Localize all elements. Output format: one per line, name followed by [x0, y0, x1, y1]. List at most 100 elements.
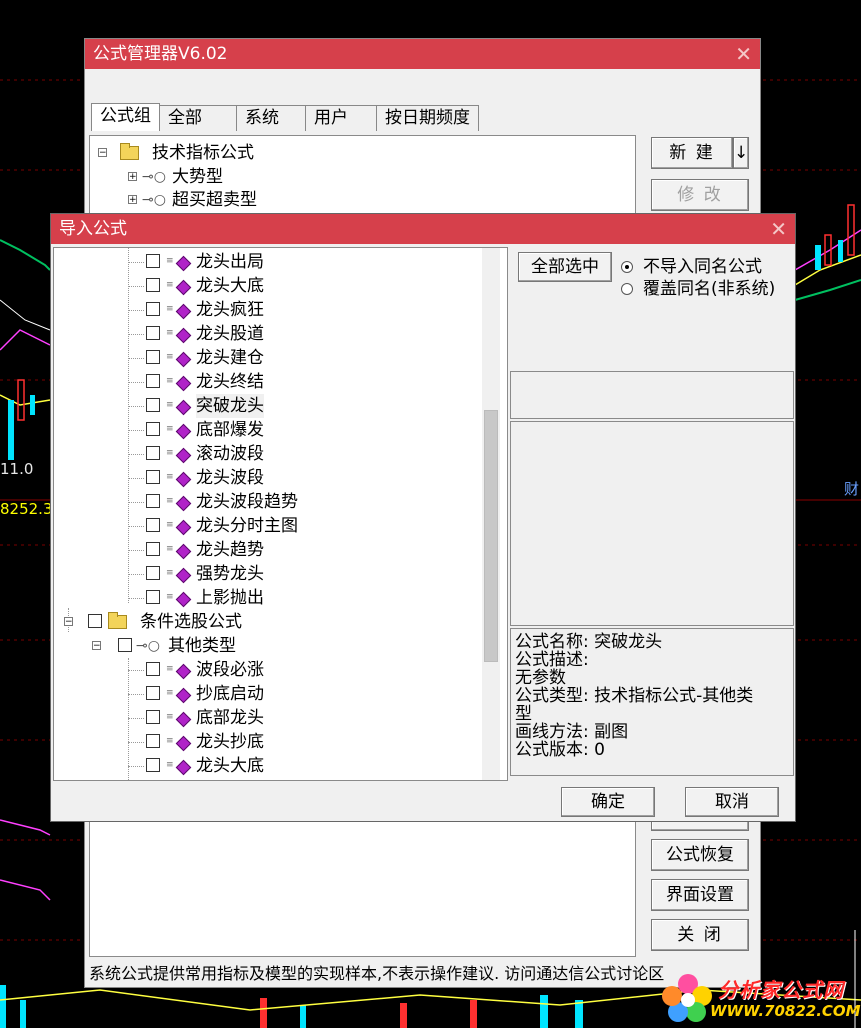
checkbox[interactable] [146, 686, 160, 700]
index-axis-label: 8252.3 [0, 500, 53, 518]
tree-guide-line [128, 766, 144, 767]
collapse-icon[interactable]: − [92, 641, 101, 651]
formula-diamond-icon [175, 447, 192, 464]
checkbox[interactable] [146, 518, 160, 532]
close-button-label: 关 闭 [677, 925, 723, 945]
key-icon: ⊸○ [136, 638, 160, 654]
checkbox[interactable] [146, 758, 160, 772]
tree-guide-line [128, 718, 144, 719]
formula-type-icon: ≡ [166, 376, 174, 386]
formula-type-icon: ≡ [166, 496, 174, 506]
formula-type-icon: ≡ [166, 400, 174, 410]
formula-diamond-icon [175, 519, 192, 536]
formula-item-label: 波段必涨 [196, 660, 264, 680]
edit-button[interactable]: 修 改 [651, 179, 749, 211]
formula-type-icon: ≡ [166, 280, 174, 290]
formula-diamond-icon [175, 351, 192, 368]
new-button[interactable]: 新 建 [651, 137, 733, 169]
checkbox[interactable] [146, 590, 160, 604]
formula-type-icon: ≡ [166, 472, 174, 482]
cancel-button[interactable]: 取消 [685, 787, 779, 817]
scrollbar-thumb[interactable] [484, 410, 498, 662]
checkbox[interactable] [146, 542, 160, 556]
formula-item-label: 抄底启动 [196, 684, 264, 704]
close-button[interactable]: 关 闭 [651, 919, 749, 951]
checkbox[interactable] [146, 566, 160, 580]
info-drawing-method: 画线方法: 副图 [515, 722, 629, 742]
tree-guide-line [128, 262, 144, 263]
ui-settings-button[interactable]: 界面设置 [651, 879, 749, 911]
tree-guide-line [128, 574, 144, 575]
formula-info-panel: 公式名称: 突破龙头 公式描述: 无参数 公式类型: 技术指标公式-其他类 型 … [510, 628, 794, 776]
radio-skip-same-name[interactable]: 不导入同名公式 [619, 256, 795, 278]
radio-button[interactable] [621, 283, 633, 295]
formula-item-label: 底部龙头 [196, 708, 264, 728]
checkbox[interactable] [146, 302, 160, 316]
checkbox[interactable] [146, 374, 160, 388]
tree-guide-line [128, 310, 144, 311]
checkbox[interactable] [88, 614, 102, 628]
formula-item-label: 龙头疯狂 [196, 300, 264, 320]
checkbox[interactable] [146, 662, 160, 676]
formula-type-icon: ≡ [166, 544, 174, 554]
formula-type-icon: ≡ [166, 712, 174, 722]
tree-guide-line [128, 742, 144, 743]
folder-icon [120, 143, 139, 160]
formula-diamond-icon [175, 495, 192, 512]
formula-diamond-icon [175, 279, 192, 296]
expand-icon[interactable]: + [128, 195, 137, 205]
formula-type-icon: ≡ [166, 760, 174, 770]
close-icon[interactable]: ✕ [735, 39, 752, 69]
tab-user[interactable]: 用户 [305, 105, 377, 131]
checkbox[interactable] [146, 494, 160, 508]
formula-diamond-icon [175, 543, 192, 560]
formula-item-label: 龙头趋势 [196, 540, 264, 560]
ok-button-label: 确定 [591, 792, 625, 812]
tab-formula-group[interactable]: 公式组 [91, 103, 160, 131]
flower-logo-icon [662, 974, 712, 1022]
checkbox[interactable] [118, 638, 132, 652]
checkbox[interactable] [146, 446, 160, 460]
checkbox[interactable] [146, 254, 160, 268]
checkbox[interactable] [146, 470, 160, 484]
select-all-button[interactable]: 全部选中 [518, 252, 612, 282]
restore-formula-button[interactable]: 公式恢复 [651, 839, 749, 871]
arrow-down-icon: ↓ [734, 143, 749, 163]
tree-node-label: 超买超卖型 [172, 190, 257, 210]
tab-all[interactable]: 全部 [159, 105, 237, 131]
checkbox[interactable] [146, 710, 160, 724]
info-formula-name: 公式名称: 突破龙头 [515, 632, 663, 652]
expand-icon[interactable]: + [128, 172, 137, 182]
formula-type-icon: ≡ [166, 424, 174, 434]
vertical-scrollbar[interactable] [482, 248, 500, 780]
watermark-logo: 分析家公式网 WWW.70822.COM [660, 968, 861, 1028]
import-title: 导入公式 [59, 219, 127, 239]
formula-diamond-icon [175, 567, 192, 584]
tab-system[interactable]: 系统 [236, 105, 306, 131]
ok-button[interactable]: 确定 [561, 787, 655, 817]
collapse-icon[interactable]: − [98, 148, 107, 158]
formula-type-icon: ≡ [166, 736, 174, 746]
tree-guide-line [128, 334, 144, 335]
tab-by-date-frequency[interactable]: 按日期频度 [376, 105, 479, 131]
formula-item-label: 龙头大底 [196, 276, 264, 296]
checkbox[interactable] [146, 734, 160, 748]
import-tree-panel: ≡ 龙头出局 ≡ 龙头大底 ≡ 龙头疯狂 ≡ 龙头股道 ≡ 龙头建仓 ≡ 龙头终结 ≡ 突破龙头 ≡ 底部爆发… [53, 247, 508, 781]
formula-item-label: 滚动波段 [196, 444, 264, 464]
close-icon[interactable]: ✕ [770, 214, 787, 244]
info-formula-type: 公式类型: 技术指标公式-其他类 [515, 686, 754, 706]
collapse-icon[interactable]: − [64, 617, 73, 627]
folder-icon [108, 612, 127, 629]
tree-node-label: 大势型 [172, 167, 223, 187]
formula-item-label: 突破龙头 [196, 394, 264, 418]
checkbox[interactable] [146, 326, 160, 340]
radio-overwrite-same-name[interactable]: 覆盖同名(非系统) [619, 278, 795, 300]
checkbox[interactable] [146, 278, 160, 292]
formula-type-icon: ≡ [166, 448, 174, 458]
checkbox[interactable] [146, 350, 160, 364]
checkbox[interactable] [146, 398, 160, 412]
formula-diamond-icon [175, 591, 192, 608]
new-dropdown-button[interactable]: ↓ [733, 137, 749, 169]
checkbox[interactable] [146, 422, 160, 436]
radio-button[interactable] [621, 261, 633, 273]
